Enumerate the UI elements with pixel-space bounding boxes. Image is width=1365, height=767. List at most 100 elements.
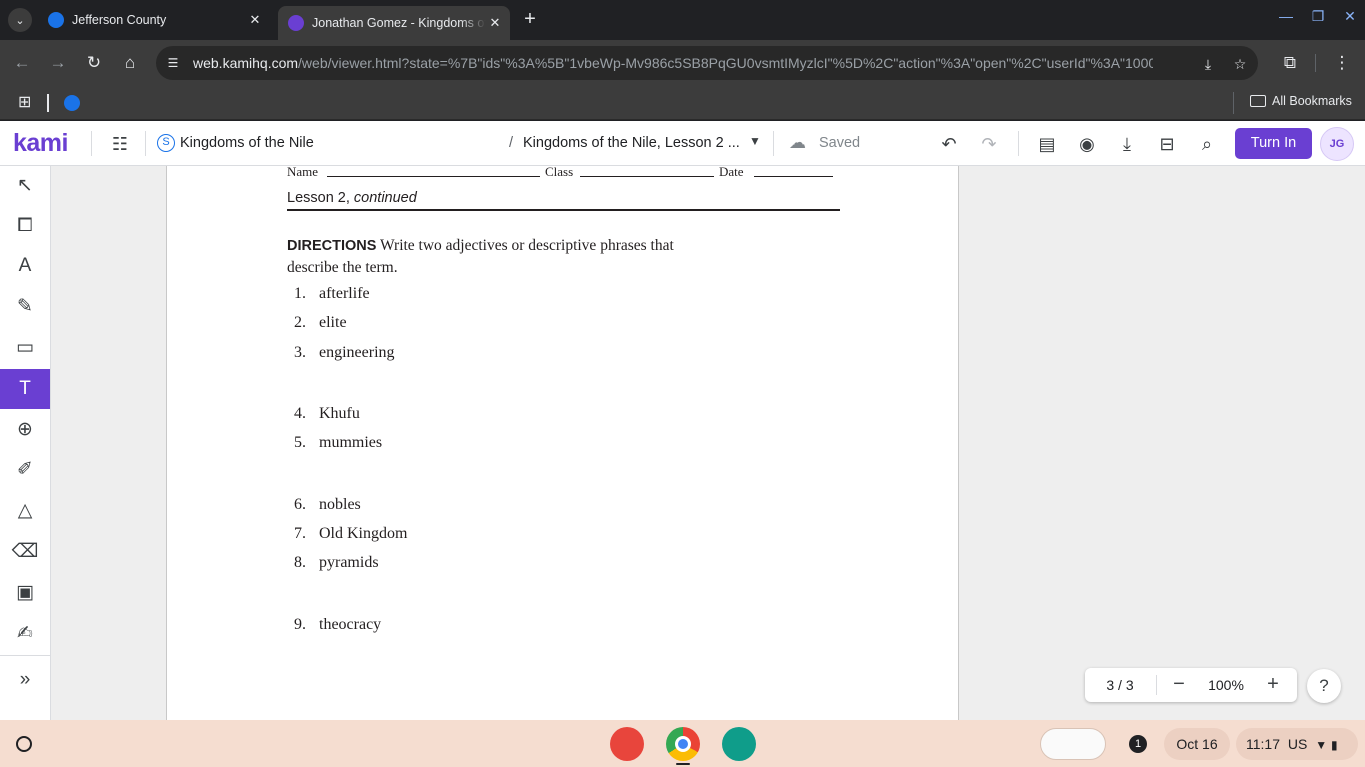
class-label: Class (545, 166, 574, 179)
home-icon[interactable]: ⌂ (118, 51, 142, 75)
back-icon[interactable]: ← (10, 51, 34, 75)
view-eye-icon[interactable]: ◉ (1075, 132, 1099, 156)
wifi-icon: ▼ (1315, 738, 1328, 752)
site-info-icon[interactable]: ☰ (164, 54, 182, 72)
shapes-icon[interactable]: △ (0, 491, 50, 531)
document-title[interactable]: Kingdoms of the Nile, Lesson 2 ... (523, 135, 740, 151)
name-blank (327, 176, 540, 177)
text-to-speech-icon[interactable]: A (0, 246, 50, 286)
zoom-out-button[interactable]: − (1164, 668, 1194, 702)
url-path: /web/viewer.html?state=%7B"ids"%3A%5B"1v… (298, 55, 1153, 71)
more-menu-icon[interactable]: ⋮ (1330, 51, 1354, 75)
browser-toolbar: ← → ↻ ⌂ ☰ web.kamihq.com/web/viewer.html… (0, 40, 1365, 86)
tab-title: Jefferson County (72, 13, 167, 27)
bookmark-cloud-icon[interactable] (64, 95, 80, 111)
signature-icon[interactable]: ✍ (0, 614, 50, 654)
item-term: pyramids (319, 554, 379, 571)
lesson-heading: Lesson 2, continued (287, 190, 417, 206)
comment-icon[interactable]: ▭ (0, 328, 50, 368)
launcher-icon[interactable] (16, 736, 32, 752)
bookmark-divider (1233, 92, 1234, 114)
minimize-icon[interactable]: — (1276, 8, 1296, 24)
battery-icon: ▮ (1331, 738, 1338, 752)
item-number: 6. (294, 496, 306, 513)
user-avatar[interactable]: JG (1320, 127, 1354, 161)
class-name[interactable]: Kingdoms of the Nile (180, 135, 314, 151)
text-tool-icon[interactable]: T (0, 369, 50, 409)
undo-icon[interactable]: ↶ (937, 132, 961, 156)
notification-count[interactable]: 1 (1129, 735, 1147, 753)
drawing-brush-icon[interactable]: ✐ (0, 450, 50, 490)
expand-toolbar-icon[interactable]: » (0, 660, 50, 700)
tab-kami-document[interactable]: Jonathan Gomez - Kingdoms of the Nile ✕ (278, 6, 510, 40)
eraser-icon[interactable]: ⌫ (0, 532, 50, 572)
zoom-controls: 3 / 3 − 100% + (1085, 668, 1297, 702)
chrome-center-icon (675, 736, 691, 752)
document-info-icon[interactable]: ▤ (1035, 132, 1059, 156)
item-number: 9. (294, 616, 306, 633)
annotation-toolbar: ↖ ⧠ A ✎ ▭ T ⊕ ✐ △ ⌫ ▣ ✍ » (0, 166, 51, 720)
toolbox-icon[interactable]: ⊟ (1155, 132, 1179, 156)
breadcrumb-separator: / (509, 135, 514, 151)
equation-icon[interactable]: ⊕ (0, 410, 50, 450)
date-label: Date (719, 166, 744, 179)
list-item: 5. mummies (294, 434, 382, 452)
chrome-app-icon[interactable] (666, 727, 700, 761)
date-pill[interactable]: Oct 16 (1164, 728, 1230, 760)
holding-space-thumbnail[interactable] (1040, 728, 1106, 760)
list-item: 2. elite (294, 314, 347, 332)
tab-title: Jonathan Gomez - Kingdoms of the Nile (312, 16, 486, 30)
kami-favicon-icon (288, 15, 304, 31)
markup-pen-icon[interactable]: ✎ (0, 287, 50, 327)
add-media-icon[interactable]: ▣ (0, 573, 50, 613)
heading-rule (287, 209, 840, 211)
bookmark-star-icon[interactable]: ☆ (1230, 54, 1250, 74)
address-bar[interactable]: ☰ web.kamihq.com/web/viewer.html?state=%… (156, 46, 1258, 80)
all-bookmarks-button[interactable]: All Bookmarks (1250, 94, 1352, 108)
window-close-icon[interactable]: ✕ (1340, 8, 1360, 25)
list-item: 9. theocracy (294, 616, 381, 634)
url-text[interactable]: web.kamihq.com/web/viewer.html?state=%7B… (193, 55, 1153, 71)
classroom-app-icon[interactable] (722, 727, 756, 761)
clock: 11:17 (1246, 736, 1280, 752)
canvas-app-icon[interactable] (610, 727, 644, 761)
reload-icon[interactable]: ↻ (82, 51, 106, 75)
forward-icon[interactable]: → (46, 51, 70, 75)
help-button[interactable]: ? (1307, 669, 1341, 703)
item-number: 1. (294, 285, 306, 302)
tab-search-chevron-icon[interactable]: ⌄ (8, 8, 32, 32)
bookmark-separator (47, 94, 49, 112)
lesson-prefix: Lesson 2, (287, 190, 354, 206)
status-tray[interactable]: 11:17 US ▼ ▮ (1236, 728, 1358, 760)
kami-logo[interactable]: kami (13, 129, 68, 158)
chevron-down-icon[interactable]: ▼ (749, 134, 761, 148)
zoom-divider (1156, 675, 1157, 695)
list-item: 1. afterlife (294, 285, 370, 303)
page-indicator[interactable]: 3 / 3 (1085, 668, 1155, 702)
zoom-level[interactable]: 100% (1202, 668, 1250, 702)
new-tab-button[interactable]: + (518, 8, 542, 32)
dictionary-icon[interactable]: ⧠ (0, 206, 50, 246)
date-blank (754, 176, 833, 177)
tab-jefferson-county[interactable]: Jefferson County ✕ (38, 6, 270, 34)
document-page[interactable]: Name Class Date Lesson 2, continued DIRE… (166, 166, 959, 720)
turn-in-button[interactable]: Turn In (1235, 128, 1312, 159)
item-term: mummies (319, 434, 383, 451)
list-item: 4. Khufu (294, 405, 360, 423)
item-term: elite (319, 314, 347, 331)
item-term: afterlife (319, 285, 370, 302)
table-of-contents-icon[interactable]: ☷ (108, 132, 132, 156)
extensions-icon[interactable]: ⧉ (1278, 51, 1302, 75)
zoom-in-button[interactable]: + (1258, 668, 1288, 702)
restore-icon[interactable]: ❐ (1308, 8, 1328, 25)
item-number: 2. (294, 314, 306, 331)
download-icon[interactable]: ⤓ (1115, 132, 1139, 156)
item-number: 7. (294, 525, 306, 542)
install-app-icon[interactable]: ⤓ (1198, 54, 1218, 74)
document-viewer[interactable]: Name Class Date Lesson 2, continued DIRE… (51, 166, 1365, 720)
tab-close-icon[interactable]: ✕ (486, 15, 504, 31)
apps-grid-icon[interactable]: ⊞ (18, 94, 36, 112)
tab-close-icon[interactable]: ✕ (246, 12, 264, 28)
search-icon[interactable]: ⌕ (1195, 132, 1219, 156)
select-pointer-icon[interactable]: ↖ (0, 166, 50, 206)
